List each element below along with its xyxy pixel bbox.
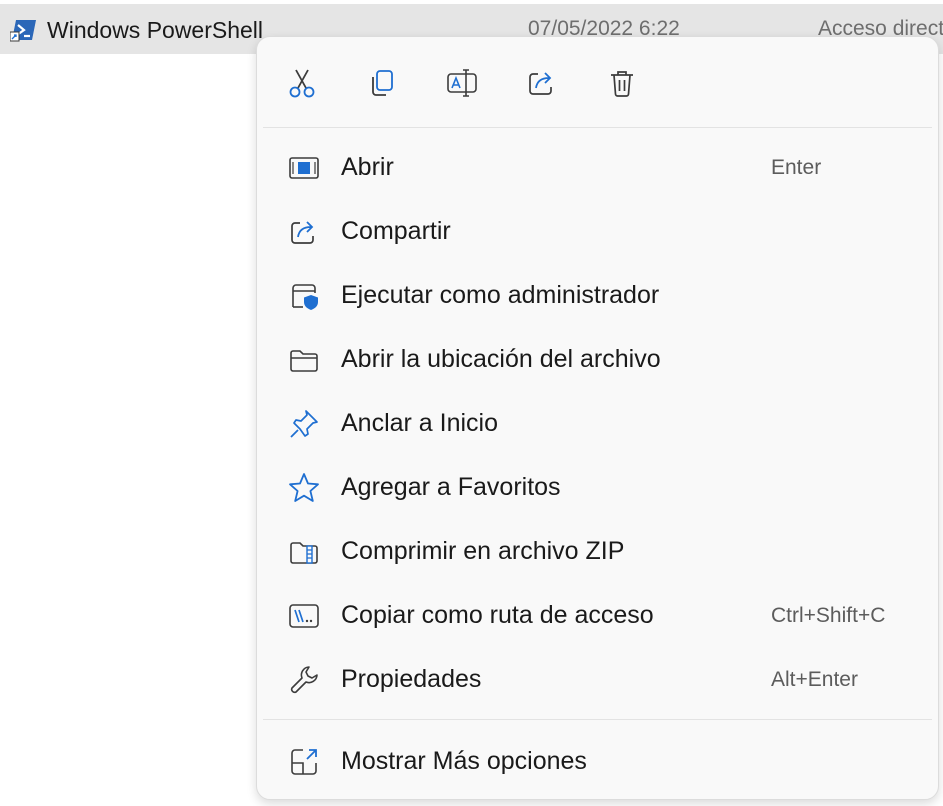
menu-item-label: Comprimir en archivo ZIP [341,537,625,565]
menu-item-ejecutar-como-administrador[interactable]: Ejecutar como administrador [263,267,932,323]
menu-item-abrir-ubicacion[interactable]: Abrir la ubicación del archivo [263,331,932,387]
open-window-icon [289,157,319,179]
menu-item-compartir[interactable]: Compartir [263,203,932,259]
context-menu: Abrir Enter Compartir Ejecutar como admi… [256,36,939,800]
delete-button[interactable] [598,59,646,107]
menu-item-label: Abrir [341,153,394,181]
copy-icon [372,70,393,96]
menu-item-abrir[interactable]: Abrir Enter [263,139,932,195]
menu-item-comprimir-zip[interactable]: Comprimir en archivo ZIP [263,523,932,579]
shield-admin-icon [292,284,318,310]
menu-item-label: Abrir la ubicación del archivo [341,345,661,373]
menu-item-label: Anclar a Inicio [341,409,499,437]
quick-actions-bar [257,37,938,127]
folder-icon [290,350,318,372]
copy-path-icon [289,604,319,628]
share-button[interactable] [518,59,566,107]
menu-item-label: Mostrar Más opciones [341,747,587,775]
menu-item-label: Compartir [341,217,451,245]
menu-item-agregar-a-favoritos[interactable]: Agregar a Favoritos [263,459,932,515]
cut-button[interactable] [278,59,326,107]
menu-item-anclar-a-inicio[interactable]: Anclar a Inicio [263,395,932,451]
file-name: Windows PowerShell [47,17,264,43]
powershell-shortcut-icon [9,18,38,42]
menu-item-copiar-como-ruta[interactable]: Copiar como ruta de acceso Ctrl+Shift+C [263,587,932,643]
menu-item-shortcut: Alt+Enter [771,668,858,691]
menu-item-shortcut: Enter [771,156,822,179]
more-options-icon [291,749,317,775]
wrench-icon [290,666,318,694]
menu-item-shortcut: Ctrl+Shift+C [771,604,886,627]
menu-item-label: Propiedades [341,665,482,693]
menu-separator [263,127,932,128]
star-icon [289,473,319,502]
rename-button[interactable] [438,59,486,107]
pin-icon [290,410,318,438]
menu-item-label: Copiar como ruta de acceso [341,601,654,629]
menu-item-label: Agregar a Favoritos [341,473,561,501]
zip-folder-icon [290,542,318,564]
share-icon [529,72,552,95]
share-icon [291,221,314,244]
rename-icon [447,69,477,97]
menu-separator [263,719,932,720]
cut-icon [289,69,315,98]
menu-item-mostrar-mas-opciones[interactable]: Mostrar Más opciones [263,733,932,789]
copy-button[interactable] [358,59,406,107]
delete-icon [611,71,633,97]
menu-item-propiedades[interactable]: Propiedades Alt+Enter [263,651,932,707]
menu-item-label: Ejecutar como administrador [341,281,660,309]
